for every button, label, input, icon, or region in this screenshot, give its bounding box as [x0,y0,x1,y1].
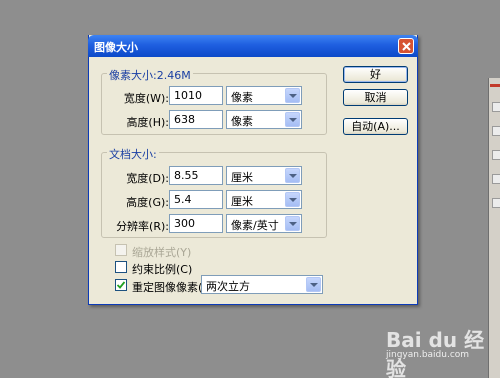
doc-width-unit-select[interactable]: 厘米 [226,166,302,185]
pixel-width-input[interactable]: 1010 [169,86,223,105]
pixel-dimensions-legend: 像素大小:2.46M [107,67,193,83]
resolution-label: 分辨率(R): [116,220,169,233]
cancel-button[interactable]: 取消 [343,89,408,106]
doc-width-input[interactable]: 8.55 [169,166,223,185]
chevron-down-icon[interactable] [285,216,300,231]
resample-method-select[interactable]: 两次立方 [201,275,323,294]
panel-control[interactable] [492,102,500,112]
dialog-title: 图像大小 [94,41,138,54]
document-size-legend: 文档大小: [107,146,159,162]
pixel-height-label: 高度(H): [126,116,169,129]
resample-method: 两次立方 [206,280,250,293]
checkmark-icon [116,281,126,289]
chevron-down-icon[interactable] [285,112,300,127]
panel-control[interactable] [492,150,500,160]
doc-width-unit: 厘米 [231,171,253,184]
pixel-height-input[interactable]: 638 [169,110,223,129]
close-button[interactable] [398,38,414,54]
chevron-down-icon[interactable] [285,88,300,103]
resolution-unit: 像素/英寸 [231,219,279,232]
chevron-down-icon[interactable] [285,168,300,183]
doc-height-unit-select[interactable]: 厘米 [226,190,302,209]
constrain-proportions-checkbox[interactable] [115,261,127,273]
panel-control[interactable] [492,174,500,184]
ok-button[interactable]: 好 [343,66,408,83]
chevron-down-icon[interactable] [285,192,300,207]
constrain-proportions-label[interactable]: 约束比例(C) [132,261,192,277]
doc-height-input[interactable]: 5.4 [169,190,223,209]
scale-styles-label: 缩放样式(Y) [132,246,192,259]
dialog-titlebar[interactable]: 图像大小 [88,35,418,57]
watermark-url: jingyan.baidu.com [386,350,470,360]
resolution-unit-select[interactable]: 像素/英寸 [226,214,302,233]
panel-control[interactable] [492,126,500,136]
scale-styles-checkbox [115,244,127,256]
pixel-height-unit-select[interactable]: 像素 [226,110,302,129]
baidu-watermark: Bai du 经验 jingyan.baidu.com [380,322,498,378]
close-icon [402,42,411,51]
pixel-width-unit-select[interactable]: 像素 [226,86,302,105]
resolution-input[interactable]: 300 [169,214,223,233]
chevron-down-icon[interactable] [306,277,321,292]
image-size-dialog: 图像大小 像素大小:2.46M 宽度(W): 1010 像素 高度(H): 63… [88,35,418,305]
auto-button[interactable]: 自动(A)... [343,118,408,135]
pixel-height-unit: 像素 [231,115,253,128]
pixel-width-unit: 像素 [231,91,253,104]
panel-control[interactable] [492,198,500,208]
panel-accent [490,84,500,87]
doc-height-unit: 厘米 [231,195,253,208]
pixel-width-label: 宽度(W): [123,92,169,105]
doc-height-label: 高度(G): [126,196,169,209]
doc-width-label: 宽度(D): [126,172,169,185]
resample-checkbox[interactable] [115,279,127,291]
